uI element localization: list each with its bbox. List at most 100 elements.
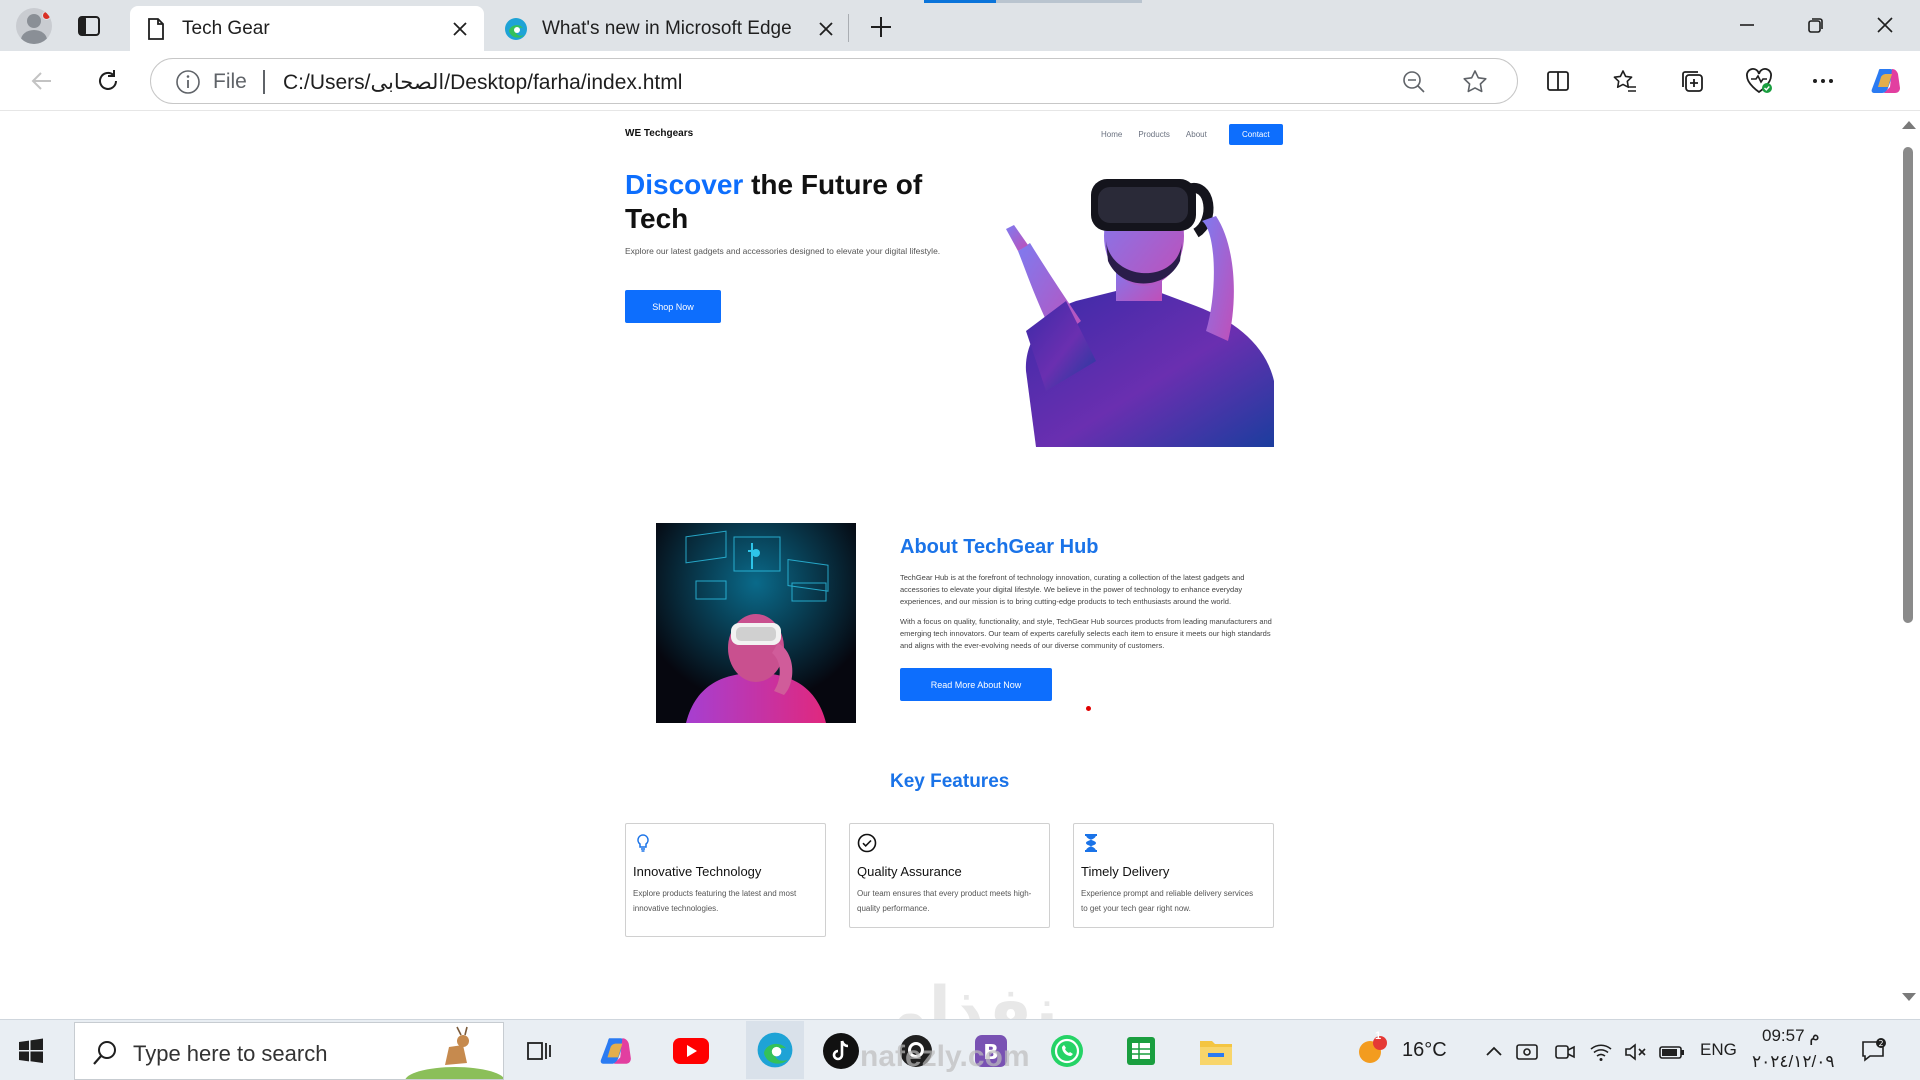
favorites-icon[interactable] [1609, 65, 1641, 97]
search-icon [91, 1039, 119, 1067]
copilot-taskbar-icon[interactable] [597, 1032, 635, 1070]
about-paragraph-1: TechGear Hub is at the forefront of tech… [900, 573, 1245, 606]
new-tab-icon[interactable] [866, 12, 896, 42]
file-explorer-icon[interactable] [1197, 1032, 1235, 1070]
scroll-up-arrow[interactable] [1902, 121, 1916, 129]
minimize-icon[interactable] [1732, 10, 1762, 40]
contact-button[interactable]: Contact [1228, 124, 1283, 145]
whatsapp-icon[interactable] [1048, 1032, 1086, 1070]
page-icon [144, 17, 168, 41]
taskbar-search[interactable]: Type here to search [74, 1022, 505, 1080]
scroll-thumb[interactable] [1903, 147, 1913, 623]
url-text[interactable]: C:/Users/الصحابى/Desktop/farha/index.htm… [283, 70, 682, 95]
feature-title: Quality Assurance [857, 864, 962, 879]
feature-desc: Our team ensures that every product meet… [857, 889, 1032, 913]
shop-now-button[interactable]: Shop Now [625, 290, 721, 323]
about-vr-image [656, 523, 856, 723]
meet-now-icon[interactable] [1553, 1040, 1577, 1064]
more-options-icon[interactable] [1807, 65, 1839, 97]
loading-indicator [924, 0, 996, 3]
address-separator [263, 70, 265, 94]
tab-title: Tech Gear [182, 17, 270, 39]
tiktok-icon[interactable] [822, 1032, 860, 1070]
tab-tech-gear[interactable]: Tech Gear [130, 6, 484, 51]
site-info-icon[interactable] [175, 69, 201, 95]
notifications-icon[interactable]: 2 [1860, 1038, 1886, 1064]
hero-title-accent: Discover [625, 169, 744, 200]
scroll-down-arrow[interactable] [1902, 993, 1916, 1001]
notification-dot [42, 11, 51, 20]
zoom-out-icon[interactable] [1401, 69, 1427, 95]
nav-about[interactable]: About [1186, 130, 1207, 139]
about-title: About TechGear Hub [900, 536, 1099, 558]
close-tab-icon[interactable] [448, 17, 472, 41]
profile-avatar[interactable] [16, 8, 52, 44]
lightbulb-icon [633, 833, 653, 853]
nav-home[interactable]: Home [1101, 130, 1122, 139]
scheme-label: File [213, 70, 247, 93]
hero-vr-image [966, 151, 1274, 447]
page-scrollbar[interactable] [1896, 111, 1920, 1019]
favorite-star-icon[interactable] [1461, 68, 1489, 96]
wifi-icon[interactable] [1589, 1040, 1613, 1064]
svg-text:B: B [983, 1040, 998, 1064]
tab-actions-icon[interactable] [76, 13, 102, 39]
hourglass-icon [1081, 833, 1101, 853]
edge-icon [504, 17, 528, 41]
feature-desc: Explore products featuring the latest an… [633, 889, 797, 913]
search-placeholder: Type here to search [133, 1041, 328, 1066]
watermark-logo: نفذلي [862, 974, 1058, 1019]
weather-temp[interactable]: 16°C [1402, 1039, 1447, 1062]
about-paragraph-2: With a focus on quality, functionality, … [900, 617, 1272, 650]
check-circle-icon [857, 833, 877, 853]
feature-desc: Experience prompt and reliable delivery … [1081, 889, 1254, 913]
feature-card-delivery: Timely Delivery Experience prompt and re… [1073, 823, 1274, 928]
collections-icon[interactable] [1676, 65, 1708, 97]
clock-date[interactable]: ٢٠٢٤/١٢/٠٩ [1752, 1052, 1835, 1072]
feature-title: Timely Delivery [1081, 864, 1170, 879]
site-brand[interactable]: WE Techgears [625, 128, 693, 139]
weather-badge: 1 [1375, 1030, 1382, 1042]
feature-title: Innovative Technology [633, 864, 762, 879]
youtube-icon[interactable] [672, 1032, 710, 1070]
clock-time[interactable]: 09:57 م [1762, 1026, 1820, 1046]
browser-tab-strip: Tech Gear What's new in Microsoft Edge [0, 0, 1920, 51]
nav-products[interactable]: Products [1138, 130, 1170, 139]
edge-taskbar-icon[interactable] [746, 1021, 804, 1079]
chevron-up-icon[interactable] [1482, 1040, 1506, 1064]
tab-whats-new-edge[interactable]: What's new in Microsoft Edge [490, 6, 850, 51]
windows-taskbar: Type here to search B 1 16°C ENG 09:57 م… [0, 1019, 1920, 1080]
tab-separator [848, 14, 849, 42]
tab-title: What's new in Microsoft Edge [542, 17, 792, 39]
hero-title: Discover the Future of Tech [625, 168, 965, 236]
features-title: Key Features [890, 771, 1010, 792]
close-window-icon[interactable] [1870, 10, 1900, 40]
volume-muted-icon[interactable] [1623, 1040, 1647, 1064]
sheets-icon[interactable] [1122, 1032, 1160, 1070]
copilot-icon[interactable] [1870, 65, 1902, 97]
back-icon[interactable] [26, 65, 58, 97]
address-bar[interactable]: File C:/Users/الصحابى/Desktop/farha/inde… [150, 58, 1518, 104]
feature-card-innovative: Innovative Technology Explore products f… [625, 823, 826, 937]
restore-icon[interactable] [1801, 10, 1831, 40]
site-nav: Home Products About Contact [1101, 124, 1283, 145]
battery-icon[interactable] [1659, 1040, 1684, 1064]
browser-essentials-icon[interactable] [1743, 65, 1775, 97]
close-tab-icon[interactable] [814, 17, 838, 41]
split-screen-icon[interactable] [1542, 65, 1574, 97]
browser-toolbar: File C:/Users/الصحابى/Desktop/farha/inde… [0, 51, 1920, 111]
feature-card-quality: Quality Assurance Our team ensures that … [849, 823, 1050, 928]
read-more-button[interactable]: Read More About Now [900, 668, 1052, 701]
github-icon[interactable] [897, 1032, 935, 1070]
svg-text:2: 2 [1878, 1039, 1883, 1048]
refresh-icon[interactable] [92, 65, 124, 97]
weather-icon[interactable] [1356, 1034, 1388, 1066]
windows-start-icon[interactable] [18, 1038, 44, 1064]
screen-share-icon[interactable] [1515, 1040, 1539, 1064]
bootstrap-icon[interactable]: B [972, 1032, 1010, 1070]
hero-subtitle: Explore our latest gadgets and accessori… [625, 246, 941, 256]
loading-track [996, 0, 1142, 3]
task-view-icon[interactable] [521, 1032, 559, 1070]
cursor-dot [1086, 706, 1091, 711]
language-indicator[interactable]: ENG [1700, 1040, 1737, 1060]
